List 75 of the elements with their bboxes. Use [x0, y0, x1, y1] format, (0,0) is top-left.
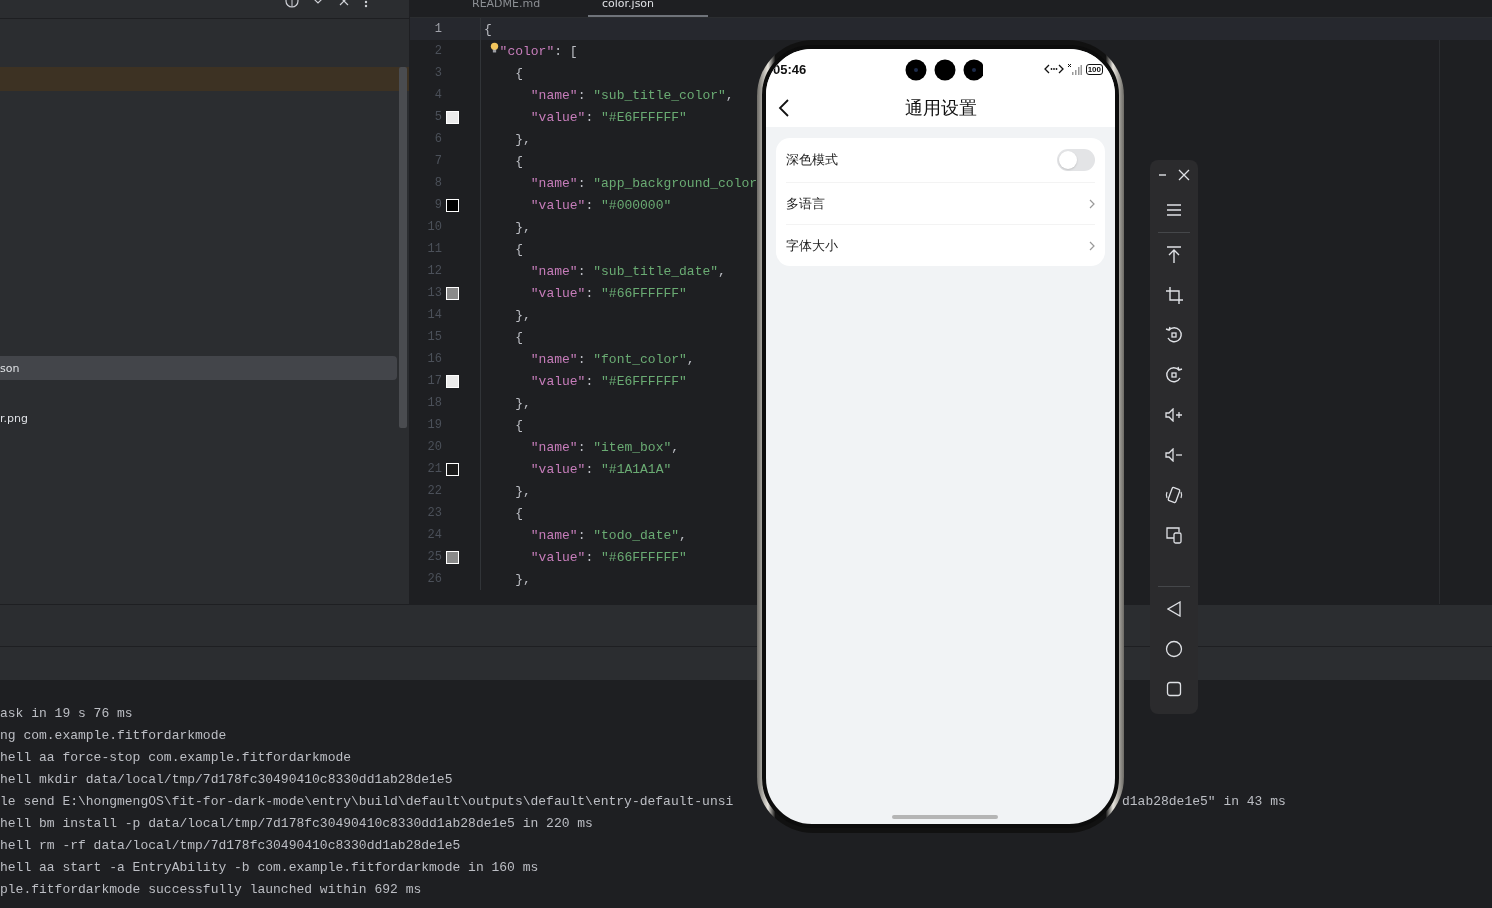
rotate-phone-icon[interactable] [1165, 486, 1183, 504]
code-line: }, [515, 219, 531, 235]
console-line: d1ab28de1e5" in 43 ms [1122, 793, 1286, 811]
code-line: "name": "app_background_color [530, 175, 758, 191]
console-line: ng com.example.fitfordarkmode [0, 727, 227, 745]
console-line: hell aa start -a EntryAbility -b com.example.fitfordarkmode in 160 ms [0, 859, 539, 877]
code-line: "name": "todo_date", [530, 527, 687, 543]
code-line: "value": "#E6FFFFFF" [530, 109, 687, 125]
code-line: }, [515, 131, 531, 147]
rotate-right-icon[interactable] [1165, 366, 1183, 384]
code-line: "name": "sub_title_color", [530, 87, 734, 103]
color-swatch[interactable] [446, 286, 459, 300]
setting-label: 字体大小 [786, 236, 839, 255]
console-line: hell bm install -p data/local/tmp/7d178fc30490410c8330dd1ab28de1e5 in 220 ms [0, 815, 593, 833]
code-line: }, [515, 307, 531, 323]
volume-down-icon[interactable] [1165, 448, 1183, 462]
page-title: 通用设置 [904, 96, 977, 120]
lightbulb-icon[interactable] [490, 41, 499, 54]
color-swatch[interactable] [446, 110, 459, 124]
settings-row[interactable]: 多语言 [786, 182, 1095, 224]
color-swatch[interactable] [446, 198, 459, 212]
code-line: "color": [ [499, 43, 578, 59]
setting-label: 深色模式 [786, 151, 839, 169]
code-line: "value": "#66FFFFFF" [530, 285, 687, 301]
code-line: "value": "#000000" [530, 197, 672, 213]
console-line: hell mkdir data/local/tmp/7d178fc30490410c8330dd1ab28de1e5 [0, 771, 453, 789]
code-line: "value": "#1A1A1A" [530, 461, 672, 477]
code-line: "name": "sub_title_date", [530, 263, 726, 279]
back-icon[interactable] [778, 99, 790, 117]
status-time: 05:46 [773, 61, 807, 77]
color-swatch[interactable] [446, 462, 459, 476]
code-line: { [515, 65, 524, 81]
code-line: { [515, 153, 524, 169]
battery-indicator: 100 [1085, 63, 1103, 75]
code-line: "name": "font_color", [530, 351, 695, 367]
menu-icon[interactable] [1166, 203, 1182, 217]
code-line: }, [515, 395, 531, 411]
code-line: "value": "#66FFFFFF" [530, 549, 687, 565]
code-line: { [515, 505, 524, 521]
chevron-right-icon [1089, 240, 1095, 251]
code-line: { [515, 417, 524, 433]
rotate-left-icon[interactable] [1165, 326, 1183, 344]
chevron-right-icon [1089, 198, 1095, 209]
console-line: ple.fitfordarkmode successfully launched within 692 ms [0, 881, 422, 899]
console-line: hell rm -rf data/local/tmp/7d178fc30490410c8330dd1ab28de1e5 [0, 837, 461, 855]
home-circle-icon[interactable] [1165, 640, 1183, 658]
toggle-switch[interactable] [1057, 149, 1095, 171]
close-icon[interactable] [1178, 169, 1190, 181]
data-transfer-icon [1043, 64, 1064, 74]
settings-row[interactable]: 字体大小 [786, 224, 1095, 266]
code-line: { [515, 241, 524, 257]
code-line: { [515, 329, 524, 345]
settings-row[interactable]: 深色模式 [786, 138, 1095, 182]
code-line: }, [515, 483, 531, 499]
code-line: { [484, 21, 492, 37]
console-line: ask in 19 s 76 ms [0, 705, 133, 723]
console-line: le send E:\hongmengOS\fit-for-dark-mode\entry\build\default\outputs\default\entry-default-unsi [0, 793, 734, 811]
code-line: }, [515, 571, 531, 587]
crop-icon[interactable] [1165, 286, 1183, 304]
color-swatch[interactable] [446, 550, 459, 564]
console-line: hell aa force-stop com.example.fitfordarkmode [0, 749, 352, 767]
code-line: "name": "item_box", [530, 439, 680, 455]
file-tree-item[interactable]: son [0, 356, 397, 380]
code-line: "value": "#E6FFFFFF" [530, 373, 687, 389]
color-swatch[interactable] [446, 374, 459, 388]
signal-icon [1067, 63, 1082, 75]
back-triangle-icon[interactable] [1167, 601, 1181, 617]
recent-apps-icon[interactable] [1166, 681, 1182, 697]
setting-label: 多语言 [786, 194, 826, 213]
line-number: 1 [433, 22, 442, 36]
devices-icon[interactable] [1165, 526, 1183, 544]
volume-up-icon[interactable] [1165, 408, 1183, 422]
top-arrow-icon[interactable] [1166, 246, 1182, 264]
scrollbar[interactable] [399, 67, 407, 428]
file-tree-item[interactable]: r.png [0, 406, 397, 430]
